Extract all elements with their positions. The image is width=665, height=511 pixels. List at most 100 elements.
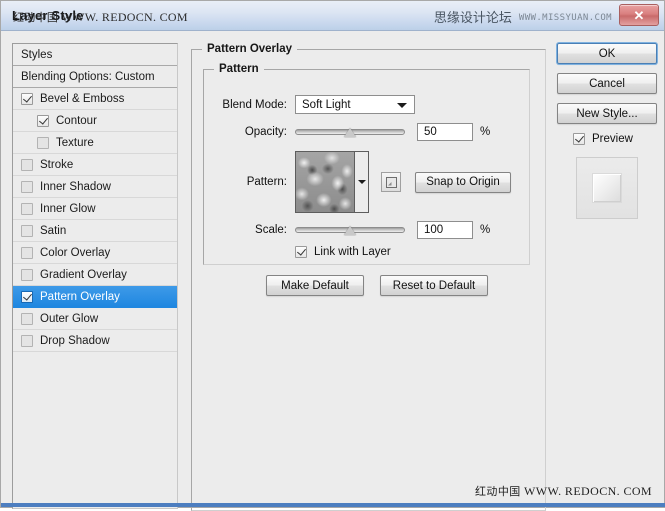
slider-handle[interactable]: [344, 226, 356, 235]
checkbox-icon[interactable]: [295, 246, 307, 258]
pattern-group-title: Pattern: [219, 63, 259, 75]
link-with-layer-row[interactable]: Link with Layer: [295, 246, 391, 258]
styles-panel-empty-area: [13, 352, 177, 508]
opacity-input[interactable]: 50: [417, 123, 473, 141]
pattern-picker-dropdown[interactable]: [355, 152, 368, 212]
opacity-slider[interactable]: [295, 125, 405, 139]
new-style-button[interactable]: New Style...: [557, 103, 657, 124]
sidebar-item-pattern-overlay[interactable]: Pattern Overlay: [13, 286, 177, 308]
title-watermark: 红动中国 WWW. REDOCN. COM: [13, 9, 188, 25]
sidebar-item-gradient-overlay[interactable]: Gradient Overlay: [13, 264, 177, 286]
scale-value: 100: [424, 224, 444, 236]
checkbox-icon[interactable]: [21, 268, 33, 281]
title-bar: Layer Style 红动中国 WWW. REDOCN. COM 思缘设计论坛…: [1, 1, 664, 31]
sidebar-item-contour[interactable]: Contour: [13, 110, 177, 132]
layer-style-dialog: Layer Style 红动中国 WWW. REDOCN. COM 思缘设计论坛…: [0, 0, 665, 511]
scale-unit: %: [480, 224, 491, 236]
cancel-label: Cancel: [589, 77, 625, 90]
ok-button[interactable]: OK: [557, 43, 657, 64]
checkbox-icon[interactable]: [21, 312, 33, 325]
checkbox-icon[interactable]: [21, 246, 33, 259]
preview-toggle[interactable]: Preview: [573, 133, 657, 145]
opacity-label: Opacity:: [244, 126, 287, 138]
dialog-actions: OK Cancel New Style... Preview: [557, 43, 657, 219]
close-icon[interactable]: ✕: [619, 4, 659, 26]
chevron-down-icon: [357, 180, 366, 184]
pattern-swatch-icon[interactable]: [296, 152, 355, 212]
sidebar-item-label: Stroke: [40, 158, 74, 171]
reset-to-default-button[interactable]: Reset to Default: [380, 275, 488, 296]
sidebar-item-label: Drop Shadow: [40, 334, 110, 347]
bottom-strip: [1, 503, 665, 507]
checkbox-icon[interactable]: [21, 334, 33, 347]
sidebar-item-inner-shadow[interactable]: Inner Shadow: [13, 176, 177, 198]
pattern-overlay-panel: Pattern Overlay Pattern Blend Mode: Soft…: [191, 43, 546, 511]
make-default-label: Make Default: [281, 279, 349, 292]
sidebar-item-label: Inner Shadow: [40, 180, 111, 193]
scale-slider[interactable]: [295, 223, 405, 237]
scale-label: Scale:: [255, 224, 287, 236]
new-preset-icon: [385, 176, 397, 188]
sidebar-item-label: Satin: [40, 224, 67, 237]
blend-mode-value: Soft Light: [302, 98, 351, 111]
checkbox-icon[interactable]: [37, 136, 49, 149]
sidebar-item-drop-shadow[interactable]: Drop Shadow: [13, 330, 177, 352]
preview-thumbnail-shape: [592, 173, 622, 203]
checkbox-icon[interactable]: [21, 202, 33, 215]
brand-watermark: 思缘设计论坛 WWW.MISSYUAN.COM: [434, 7, 612, 26]
blend-mode-select[interactable]: Soft Light: [295, 95, 415, 114]
snap-to-origin-button[interactable]: Snap to Origin: [415, 171, 511, 193]
new-preset-button[interactable]: [381, 172, 401, 192]
chevron-down-icon: [397, 102, 407, 108]
footer-watermark-url: WWW. REDOCN. COM: [524, 484, 652, 498]
blending-options-label: Blending Options: Custom: [21, 70, 155, 83]
checkbox-icon[interactable]: [21, 180, 33, 193]
blend-mode-label: Blend Mode:: [222, 98, 287, 111]
sidebar-item-label: Gradient Overlay: [40, 268, 127, 281]
sidebar-item-bevel-emboss[interactable]: Bevel & Emboss: [13, 88, 177, 110]
brand-url: WWW.MISSYUAN.COM: [518, 13, 612, 23]
scale-input[interactable]: 100: [417, 221, 473, 239]
slider-handle[interactable]: [344, 128, 356, 137]
title-watermark-cn: 红动中国: [13, 11, 59, 24]
brand-name-cn: 思缘设计论坛: [433, 11, 512, 26]
sidebar-item-label: Outer Glow: [40, 312, 99, 325]
scale-row: Scale: 100 %: [215, 221, 490, 239]
pattern-label: Pattern:: [246, 176, 287, 188]
cancel-button[interactable]: Cancel: [557, 73, 657, 94]
sidebar-item-label: Inner Glow: [40, 202, 96, 215]
dialog-body: Styles Blending Options: Custom Bevel & …: [1, 31, 664, 511]
sidebar-item-label: Texture: [56, 136, 94, 149]
preview-label: Preview: [592, 133, 633, 145]
blend-mode-row: Blend Mode: Soft Light: [215, 95, 415, 114]
checkbox-icon[interactable]: [573, 133, 585, 145]
reset-to-default-label: Reset to Default: [392, 279, 476, 292]
sidebar-item-color-overlay[interactable]: Color Overlay: [13, 242, 177, 264]
sidebar-item-inner-glow[interactable]: Inner Glow: [13, 198, 177, 220]
opacity-unit: %: [480, 126, 491, 138]
sidebar-item-satin[interactable]: Satin: [13, 220, 177, 242]
link-with-layer-label: Link with Layer: [314, 246, 391, 258]
sidebar-item-label: Color Overlay: [40, 246, 111, 259]
sidebar-item-label: Pattern Overlay: [40, 290, 120, 303]
checkbox-icon[interactable]: [37, 114, 49, 127]
pattern-row: Pattern: Snap to Origin: [215, 151, 511, 213]
checkbox-icon[interactable]: [21, 224, 33, 237]
styles-panel-header: Styles: [13, 44, 177, 66]
sidebar-item-outer-glow[interactable]: Outer Glow: [13, 308, 177, 330]
opacity-value: 50: [424, 126, 437, 138]
checkbox-icon[interactable]: [21, 92, 33, 105]
pattern-preset-picker[interactable]: [295, 151, 369, 213]
preview-thumbnail: [576, 157, 638, 219]
styles-header-label: Styles: [21, 48, 53, 61]
default-buttons-row: Make Default Reset to Default: [266, 275, 488, 296]
sidebar-item-blending-options[interactable]: Blending Options: Custom: [13, 66, 177, 88]
checkbox-icon[interactable]: [21, 290, 33, 303]
make-default-button[interactable]: Make Default: [266, 275, 364, 296]
checkbox-icon[interactable]: [21, 158, 33, 171]
footer-watermark-cn: 红动中国: [475, 485, 521, 498]
opacity-row: Opacity: 50 %: [215, 123, 490, 141]
sidebar-item-label: Bevel & Emboss: [40, 92, 125, 105]
sidebar-item-texture[interactable]: Texture: [13, 132, 177, 154]
sidebar-item-stroke[interactable]: Stroke: [13, 154, 177, 176]
